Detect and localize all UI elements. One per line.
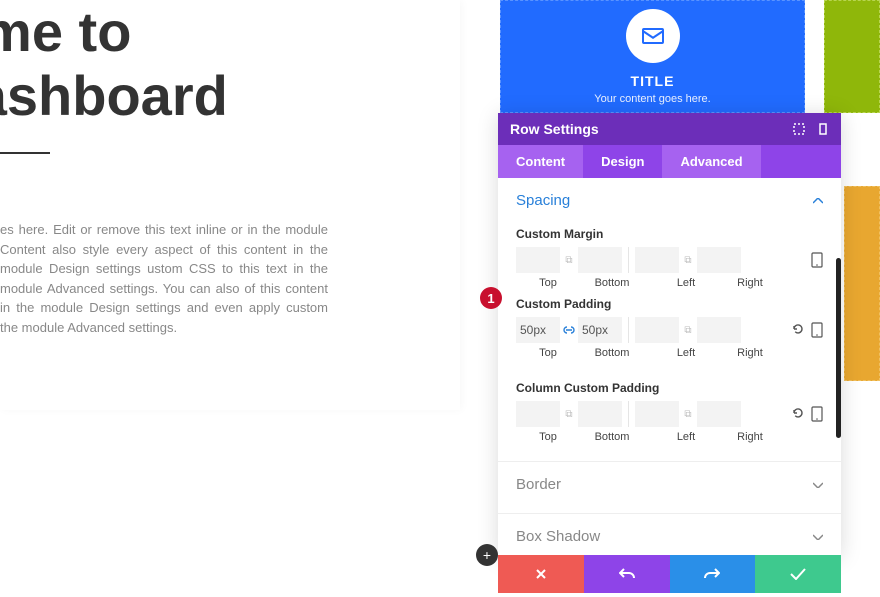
section-border[interactable]: Border xyxy=(498,462,841,503)
label-bottom: Bottom xyxy=(580,277,644,289)
separator xyxy=(628,317,629,343)
responsive-icon[interactable] xyxy=(811,322,823,338)
tab-advanced[interactable]: Advanced xyxy=(662,145,760,178)
margin-right-input[interactable] xyxy=(697,247,741,273)
col-padding-top-input[interactable] xyxy=(516,401,560,427)
link-icon-active[interactable] xyxy=(560,317,578,343)
margin-inputs: ⧉ ⧉ xyxy=(516,247,823,273)
chevron-down-icon xyxy=(813,482,823,488)
blurb-module[interactable]: TITLE Your content goes here. xyxy=(500,0,805,113)
link-icon[interactable]: ⧉ xyxy=(679,317,697,343)
label-left: Left xyxy=(654,431,718,443)
label-right: Right xyxy=(718,347,782,359)
title-divider xyxy=(0,152,50,154)
responsive-icon[interactable] xyxy=(811,252,823,268)
label-left: Left xyxy=(654,277,718,289)
undo-button[interactable] xyxy=(584,555,670,593)
separator xyxy=(628,401,629,427)
snap-icon[interactable] xyxy=(817,123,829,135)
responsive-icon[interactable] xyxy=(811,406,823,422)
blurb-subtitle: Your content goes here. xyxy=(501,93,804,105)
link-icon[interactable]: ⧉ xyxy=(560,247,578,273)
label-right: Right xyxy=(718,277,782,289)
padding-top-input[interactable] xyxy=(516,317,560,343)
custom-padding-label: Custom Padding xyxy=(516,297,823,311)
separator xyxy=(628,247,629,273)
link-icon[interactable]: ⧉ xyxy=(679,401,697,427)
scrollbar[interactable] xyxy=(836,258,841,438)
section-spacing-label: Spacing xyxy=(516,192,813,209)
section-spacing[interactable]: Spacing xyxy=(498,178,841,219)
link-icon[interactable]: ⧉ xyxy=(679,247,697,273)
title-line1: elcome to xyxy=(0,0,131,63)
col-padding-right-input[interactable] xyxy=(697,401,741,427)
margin-left-input[interactable] xyxy=(635,247,679,273)
annotation-marker-1: 1 xyxy=(480,287,502,309)
tab-design[interactable]: Design xyxy=(583,145,662,178)
label-bottom: Bottom xyxy=(580,347,644,359)
chevron-down-icon xyxy=(813,534,823,540)
label-left: Left xyxy=(654,347,718,359)
label-top: Top xyxy=(516,277,580,289)
expand-icon[interactable] xyxy=(793,123,805,135)
save-button[interactable] xyxy=(755,555,841,593)
section-border-label: Border xyxy=(516,476,813,493)
blurb-title: TITLE xyxy=(501,73,804,89)
col-padding-labels: Top Bottom Left Right xyxy=(516,431,823,443)
label-right: Right xyxy=(718,431,782,443)
body-text: es here. Edit or remove this text inline… xyxy=(0,220,328,337)
olive-module-edge[interactable] xyxy=(824,0,880,113)
margin-labels: Top Bottom Left Right xyxy=(516,277,823,289)
column-padding-label: Column Custom Padding xyxy=(516,381,823,395)
row-settings-panel: Row Settings Content Design Advanced Spa… xyxy=(498,113,841,556)
section-box-shadow[interactable]: Box Shadow xyxy=(498,514,841,555)
panel-body: Spacing Custom Margin ⧉ ⧉ Top Bottom Lef… xyxy=(498,178,841,556)
panel-header[interactable]: Row Settings xyxy=(498,113,841,145)
redo-button[interactable] xyxy=(670,555,756,593)
tab-content[interactable]: Content xyxy=(498,145,583,178)
padding-bottom-input[interactable] xyxy=(578,317,622,343)
title-line2: ur dashboard xyxy=(0,64,228,127)
margin-top-input[interactable] xyxy=(516,247,560,273)
col-padding-bottom-input[interactable] xyxy=(578,401,622,427)
label-bottom: Bottom xyxy=(580,431,644,443)
discard-button[interactable] xyxy=(498,555,584,593)
padding-inputs: ⧉ xyxy=(516,317,823,343)
col-padding-left-input[interactable] xyxy=(635,401,679,427)
padding-left-input[interactable] xyxy=(635,317,679,343)
label-top: Top xyxy=(516,431,580,443)
section-box-shadow-label: Box Shadow xyxy=(516,528,813,545)
add-button[interactable]: + xyxy=(476,544,498,566)
reset-icon[interactable] xyxy=(791,322,805,338)
label-top: Top xyxy=(516,347,580,359)
reset-icon[interactable] xyxy=(791,406,805,422)
action-bar xyxy=(498,555,841,593)
margin-bottom-input[interactable] xyxy=(578,247,622,273)
link-icon[interactable]: ⧉ xyxy=(560,401,578,427)
custom-margin-label: Custom Margin xyxy=(516,227,823,241)
padding-right-input[interactable] xyxy=(697,317,741,343)
envelope-icon xyxy=(626,9,680,63)
tabs: Content Design Advanced xyxy=(498,145,841,178)
panel-title: Row Settings xyxy=(510,121,599,137)
column-padding-inputs: ⧉ ⧉ xyxy=(516,401,823,427)
page-title: elcome to ur dashboard xyxy=(0,0,228,129)
orange-module-edge[interactable] xyxy=(844,186,880,381)
padding-labels: Top Bottom Left Right xyxy=(516,347,823,359)
chevron-up-icon xyxy=(813,198,823,204)
